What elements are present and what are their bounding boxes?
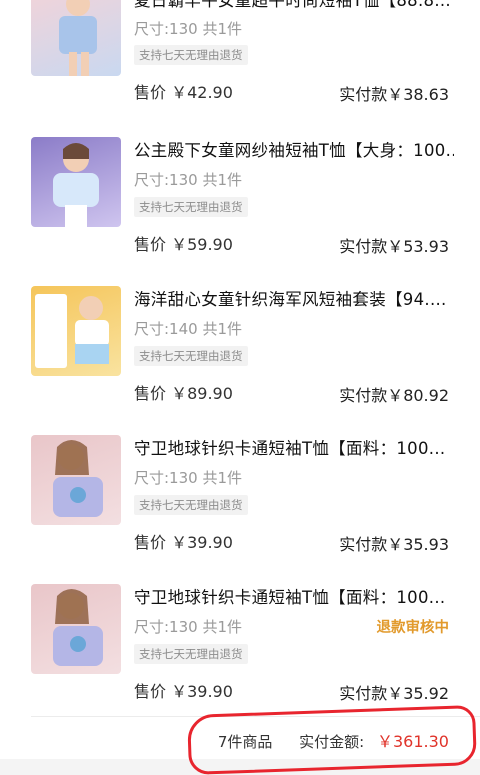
red-annotation-circle bbox=[187, 704, 477, 775]
actual-paid: 实付款￥53.93 bbox=[339, 237, 449, 256]
product-spec: 尺寸:130 共1件 bbox=[134, 171, 242, 189]
return-policy-badge: 支持七天无理由退货 bbox=[134, 197, 248, 217]
product-thumbnail[interactable] bbox=[31, 584, 121, 674]
refund-status: 退款审核中 bbox=[376, 620, 450, 636]
product-thumbnail[interactable] bbox=[31, 286, 121, 376]
child-model-image bbox=[53, 589, 103, 666]
order-item[interactable]: 公主殿下女童网纱袖短袖T恤【大身：100... 尺寸:130 共1件 支持七天无… bbox=[0, 137, 480, 285]
product-price: 售价 ￥39.90 bbox=[134, 533, 233, 552]
actual-paid: 实付款￥80.92 bbox=[339, 386, 449, 405]
return-policy-badge: 支持七天无理由退货 bbox=[134, 45, 248, 65]
product-title[interactable]: 海洋甜心女童针织海军风短袖套装【94.... bbox=[134, 286, 454, 310]
order-card: 夏日霸羊平女童超平时尚短袖T恤【88.8... 尺寸:130 共1件 支持七天无… bbox=[0, 0, 480, 775]
product-price: 售价 ￥89.90 bbox=[134, 384, 233, 403]
product-title[interactable]: 公主殿下女童网纱袖短袖T恤【大身：100... bbox=[134, 137, 454, 161]
child-model-image bbox=[59, 0, 97, 76]
child-model-image bbox=[53, 440, 103, 517]
product-spec: 尺寸:130 共1件 bbox=[134, 618, 242, 636]
product-spec: 尺寸:130 共1件 bbox=[134, 20, 242, 38]
product-thumbnail[interactable] bbox=[31, 137, 121, 227]
return-policy-badge: 支持七天无理由退货 bbox=[134, 495, 248, 515]
product-thumbnail[interactable] bbox=[31, 435, 121, 525]
return-policy-badge: 支持七天无理由退货 bbox=[134, 644, 248, 664]
product-title[interactable]: 守卫地球针织卡通短袖T恤【面料：100... bbox=[134, 435, 454, 459]
child-model-image bbox=[35, 294, 109, 368]
actual-paid: 实付款￥38.63 bbox=[339, 85, 449, 104]
order-item[interactable]: 守卫地球针织卡通短袖T恤【面料：100... 尺寸:130 共1件 支持七天无理… bbox=[0, 435, 480, 583]
order-item[interactable]: 海洋甜心女童针织海军风短袖套装【94.... 尺寸:140 共1件 支持七天无理… bbox=[0, 286, 480, 434]
product-title[interactable]: 守卫地球针织卡通短袖T恤【面料：100... bbox=[134, 584, 454, 608]
product-spec: 尺寸:130 共1件 bbox=[134, 469, 242, 487]
product-price: 售价 ￥59.90 bbox=[134, 235, 233, 254]
product-title[interactable]: 夏日霸羊平女童超平时尚短袖T恤【88.8... bbox=[134, 0, 454, 11]
actual-paid: 实付款￥35.93 bbox=[339, 535, 449, 554]
actual-paid: 实付款￥35.92 bbox=[339, 684, 449, 703]
product-spec: 尺寸:140 共1件 bbox=[134, 320, 242, 338]
product-thumbnail[interactable] bbox=[31, 0, 121, 76]
return-policy-badge: 支持七天无理由退货 bbox=[134, 346, 248, 366]
child-model-image bbox=[53, 143, 99, 227]
product-price: 售价 ￥42.90 bbox=[134, 83, 233, 102]
product-price: 售价 ￥39.90 bbox=[134, 682, 233, 701]
order-item[interactable]: 夏日霸羊平女童超平时尚短袖T恤【88.8... 尺寸:130 共1件 支持七天无… bbox=[0, 0, 480, 137]
